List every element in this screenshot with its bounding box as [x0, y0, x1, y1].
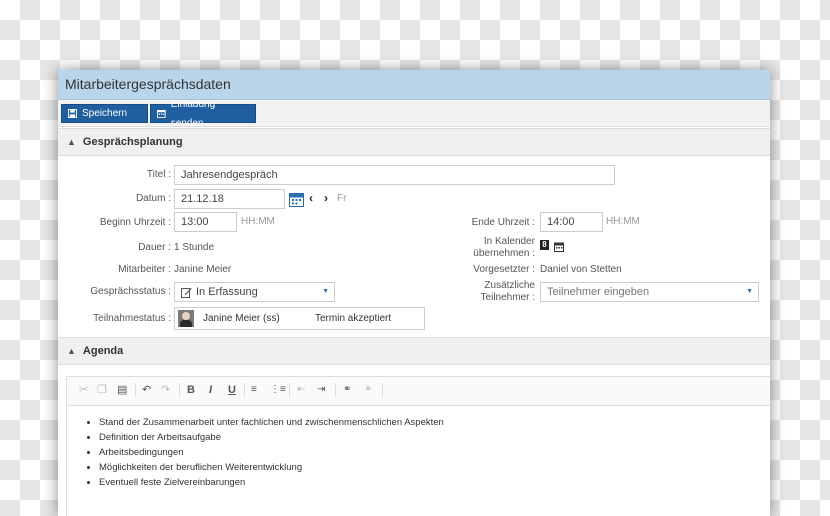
date-label: Datum :	[135, 193, 171, 204]
start-time-hint: HH:MM	[241, 216, 275, 227]
start-time-label: Beginn Uhrzeit :	[99, 217, 171, 228]
start-time-input[interactable]: 13:00	[174, 212, 237, 232]
list-item: Definition der Arbeitsaufgabe	[99, 430, 770, 445]
calendar-label-line1: In Kalender	[483, 236, 535, 247]
italic-icon[interactable]: I	[209, 384, 212, 396]
additional-participants-select[interactable]: Teilnehmer eingeben ▼	[540, 282, 759, 302]
outlook-calendar-icon[interactable]	[554, 242, 564, 252]
toolbar: Speichern Einladung senden	[58, 99, 770, 129]
list-item: Eventuell feste Zielvereinbarungen	[99, 475, 770, 490]
window-title: Mitarbeitergesprächsdaten	[58, 70, 770, 100]
participant-status: Termin akzeptiert	[315, 313, 392, 324]
send-invitation-label: Einladung senden	[170, 98, 216, 129]
editor-toolbar: ✂ ❐ ▤ ↶ ↷ B I U ≡ ⋮≡ ⇤ ⇥ ⚭ ⚭	[66, 376, 770, 406]
title-label: Titel :	[146, 169, 171, 180]
end-time-input[interactable]: 14:00	[540, 212, 603, 232]
supervisor-label: Vorgesetzter :	[473, 264, 535, 275]
outdent-icon[interactable]: ⇤	[297, 384, 305, 396]
participation-status-label: Teilnahmestatus :	[93, 313, 171, 324]
copy-icon[interactable]: ❐	[97, 384, 107, 396]
supervisor-value: Daniel von Stetten	[540, 264, 622, 275]
status-value: In Erfassung	[196, 286, 258, 298]
status-label: Gesprächsstatus :	[90, 286, 171, 297]
calendar-icon	[157, 110, 166, 118]
end-time-hint: HH:MM	[606, 216, 640, 227]
duration-label: Dauer :	[138, 242, 171, 253]
collapse-icon: ▲	[67, 137, 76, 147]
list-item: Stand der Zusammenarbeit unter fachliche…	[99, 415, 770, 430]
date-picker-icon[interactable]	[289, 192, 304, 207]
additional-label-line1: Zusätzliche	[484, 280, 535, 291]
list-item: Arbeitsbedingungen	[99, 445, 770, 460]
title-input[interactable]: Jahresendgespräch	[174, 165, 615, 185]
send-invitation-button[interactable]: Einladung senden	[150, 99, 256, 129]
employee-label: Mitarbeiter :	[118, 264, 171, 275]
redo-icon[interactable]: ↷	[161, 384, 170, 396]
agenda-editor[interactable]: Stand der Zusammenarbeit unter fachliche…	[66, 405, 770, 516]
cut-icon[interactable]: ✂	[79, 384, 88, 396]
chevron-down-icon: ▼	[322, 288, 329, 295]
avatar	[178, 310, 194, 327]
status-select[interactable]: In Erfassung ▼	[174, 282, 335, 302]
employee-value: Janine Meier	[174, 264, 232, 275]
unlink-icon[interactable]: ⚭	[364, 384, 372, 396]
agenda-list: Stand der Zusammenarbeit unter fachliche…	[67, 415, 770, 490]
bold-icon[interactable]: B	[187, 384, 195, 396]
numbered-list-icon[interactable]: ≡	[251, 384, 257, 396]
participation-status-row: Janine Meier (ss) Termin akzeptiert	[174, 307, 425, 330]
duration-value: 1 Stunde	[174, 242, 215, 253]
link-icon[interactable]: ⚭	[343, 384, 351, 396]
paste-icon[interactable]: ▤	[117, 384, 127, 396]
save-icon	[68, 109, 77, 118]
date-input[interactable]: 21.12.18	[174, 189, 285, 209]
collapse-icon: ▲	[67, 346, 76, 356]
additional-participants-placeholder: Teilnehmer eingeben	[547, 286, 650, 298]
previous-day-icon[interactable]: ‹	[309, 191, 313, 205]
bullet-list-icon[interactable]: ⋮≡	[270, 384, 286, 396]
dialog-window: Mitarbeitergesprächsdaten Speichern Einl…	[58, 70, 770, 516]
agenda-section-title: Agenda	[82, 345, 124, 357]
indent-icon[interactable]: ⇥	[317, 384, 325, 396]
chevron-down-icon: ▼	[746, 288, 753, 295]
agenda-section-header[interactable]: ▲ Agenda	[58, 337, 770, 365]
edit-icon	[181, 288, 192, 298]
end-time-label: Ende Uhrzeit :	[471, 217, 535, 228]
next-day-icon[interactable]: ›	[324, 191, 328, 205]
underline-icon[interactable]: U	[228, 384, 236, 396]
additional-participants-label: Zusätzliche Teilnehmer :	[438, 280, 535, 304]
planning-section-header[interactable]: ▲ Gesprächsplanung	[58, 128, 770, 156]
google-calendar-icon[interactable]: 8	[540, 240, 549, 250]
calendar-label-line2: übernehmen :	[473, 248, 535, 259]
weekday-text: Fr	[337, 193, 347, 204]
save-button[interactable]: Speichern	[61, 104, 148, 123]
participant-name: Janine Meier (ss)	[203, 313, 280, 324]
save-button-label: Speichern	[82, 108, 128, 119]
list-item: Möglichkeiten der beruflichen Weiterentw…	[99, 460, 770, 475]
calendar-label: In Kalender übernehmen :	[438, 236, 535, 260]
undo-icon[interactable]: ↶	[142, 384, 151, 396]
planning-section-title: Gesprächsplanung	[82, 136, 183, 148]
additional-label-line2: Teilnehmer :	[480, 292, 535, 303]
